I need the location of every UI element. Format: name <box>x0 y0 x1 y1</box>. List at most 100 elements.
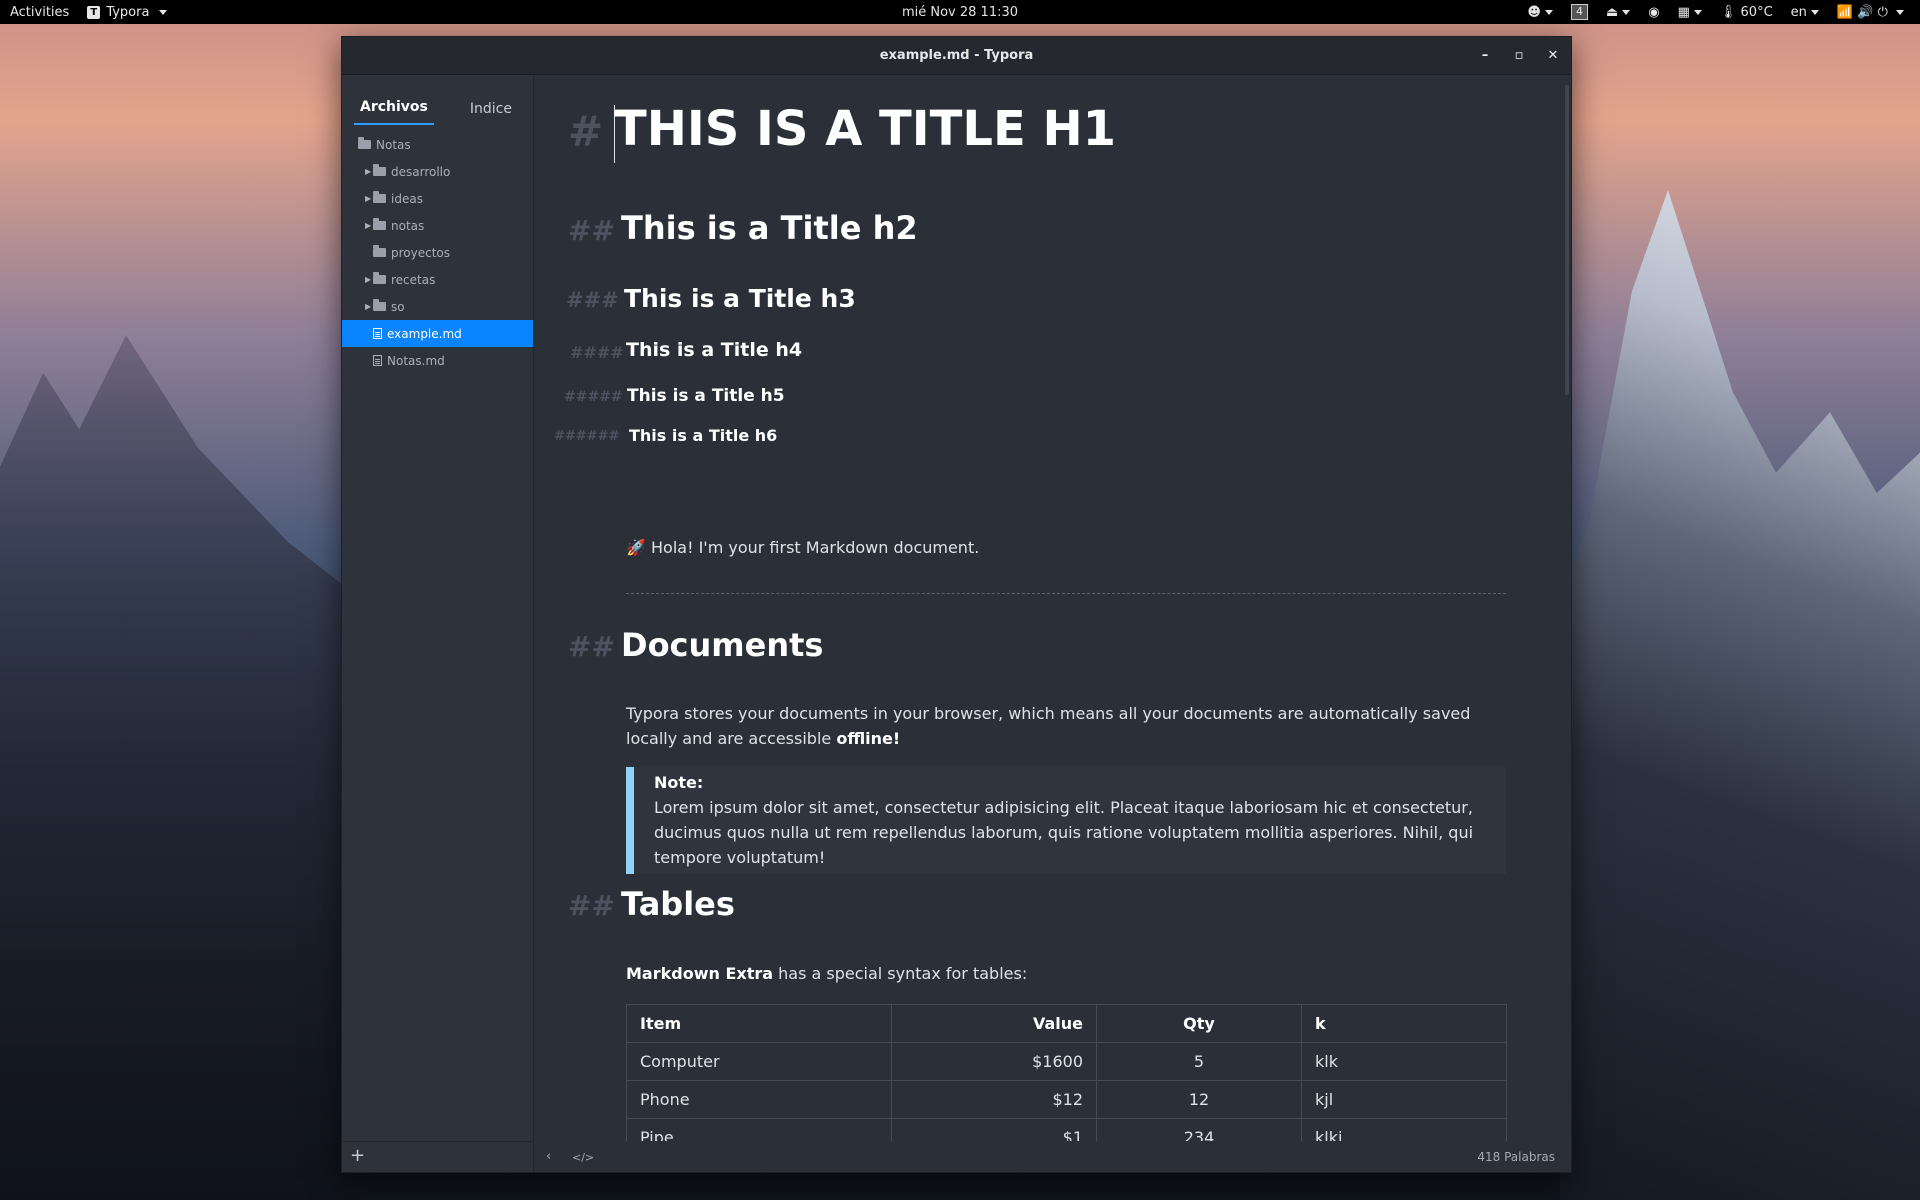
minimize-button[interactable]: – <box>1475 45 1495 65</box>
window-titlebar[interactable]: example.md - Typora – ▫ ✕ <box>342 37 1571 75</box>
heading-h1[interactable]: THIS IS A TITLE H1 <box>614 101 1116 157</box>
tree-file-notas-md[interactable]: Notas.md <box>342 347 533 374</box>
table-header-cell[interactable]: Item <box>626 1004 892 1043</box>
wifi-icon: 📶 <box>1836 4 1854 20</box>
gamepad-icon[interactable]: ◉ <box>1648 5 1659 20</box>
caret-right-icon: ▶ <box>365 167 372 176</box>
docker-icon[interactable]: ▦ <box>1678 5 1702 20</box>
typora-app-icon: T <box>87 5 101 19</box>
tree-item-label: ideas <box>391 191 423 206</box>
note-blockquote[interactable]: Note: Lorem ipsum dolor sit amet, consec… <box>626 767 1506 874</box>
close-button[interactable]: ✕ <box>1543 45 1563 65</box>
table-header-cell[interactable]: k <box>1301 1004 1507 1043</box>
tree-folder-so[interactable]: ▶ so <box>342 293 533 320</box>
tree-item-label: notas <box>391 218 425 233</box>
chevron-down-icon <box>1544 9 1553 15</box>
heading-documents[interactable]: Documents <box>621 626 823 664</box>
eject-icon[interactable]: ⏏ <box>1606 5 1631 20</box>
heading-marker: ## <box>568 630 615 663</box>
system-menu-button[interactable]: 📶 🔊 ⏻ <box>1837 5 1904 20</box>
typora-window: example.md - Typora – ▫ ✕ Archivos Indic… <box>341 36 1572 1173</box>
table-cell[interactable]: Computer <box>626 1042 892 1081</box>
table-cell[interactable]: 234 <box>1096 1118 1302 1141</box>
folder-icon <box>358 137 371 149</box>
caret-right-icon: ▶ <box>365 302 372 311</box>
heading-marker: ###### <box>554 429 620 444</box>
table-cell[interactable]: Pipe <box>626 1118 892 1141</box>
tree-folder-notas[interactable]: ▶ notas <box>342 212 533 239</box>
tree-file-example-md[interactable]: example.md <box>342 320 533 347</box>
folder-icon <box>373 218 386 230</box>
editor-scrollbar[interactable] <box>1565 85 1569 395</box>
folder-icon <box>373 299 386 311</box>
chevron-down-icon <box>1896 9 1904 15</box>
intro-paragraph[interactable]: 🚀 Hola! I'm your first Markdown document… <box>626 535 1506 560</box>
chevron-down-icon <box>159 9 168 15</box>
table-row: Phone $12 12 kjl <box>626 1080 1507 1119</box>
file-icon <box>373 355 382 366</box>
table-cell[interactable]: Phone <box>626 1080 892 1119</box>
table-cell[interactable]: klkj <box>1301 1118 1507 1141</box>
table-header-cell[interactable]: Qty <box>1096 1004 1302 1043</box>
tables-paragraph[interactable]: Markdown Extra has a special syntax for … <box>626 961 1506 986</box>
table-cell[interactable]: $1 <box>891 1118 1097 1141</box>
heading-marker: # <box>568 107 604 156</box>
tree-item-label: example.md <box>387 326 462 341</box>
tree-folder-root[interactable]: Notas <box>342 131 533 158</box>
status-menu-button[interactable]: ☻ <box>1527 5 1553 20</box>
temperature-indicator[interactable]: 🌡 60°C <box>1720 5 1773 20</box>
heading-h4[interactable]: This is a Title h4 <box>626 339 802 361</box>
tab-indice[interactable]: Indice <box>464 101 518 125</box>
wallpaper-right-mountain <box>1560 190 1920 1200</box>
folder-icon <box>373 164 386 176</box>
tree-item-label: so <box>391 299 405 314</box>
table-row: Pipe $1 234 klkj <box>626 1118 1507 1141</box>
table-cell[interactable]: 12 <box>1096 1080 1302 1119</box>
heading-marker: #### <box>570 343 624 362</box>
tree-folder-desarrollo[interactable]: ▶ desarrollo <box>342 158 533 185</box>
heading-marker: ### <box>566 288 619 312</box>
file-tree: Notas ▶ desarrollo ▶ ideas ▶ notas proye… <box>342 131 533 374</box>
file-sidebar: Archivos Indice Notas ▶ desarrollo ▶ ide… <box>342 75 534 1172</box>
tree-item-label: Notas.md <box>387 353 445 368</box>
markdown-table[interactable]: Item Value Qty k Computer $1600 5 klk Ph… <box>626 1004 1507 1141</box>
tree-folder-ideas[interactable]: ▶ ideas <box>342 185 533 212</box>
heading-h2[interactable]: This is a Title h2 <box>621 209 918 247</box>
table-cell[interactable]: $12 <box>891 1080 1097 1119</box>
keyboard-layout-button[interactable]: en <box>1791 5 1819 20</box>
tree-folder-recetas[interactable]: ▶ recetas <box>342 266 533 293</box>
file-icon <box>373 328 382 339</box>
heading-tables[interactable]: Tables <box>621 885 735 923</box>
power-icon: ⏻ <box>1877 4 1888 20</box>
tab-archivos[interactable]: Archivos <box>354 99 434 125</box>
documents-paragraph[interactable]: Typora stores your documents in your bro… <box>626 701 1506 751</box>
toggle-sidebar-button[interactable]: ‹ <box>546 1149 551 1164</box>
add-file-button[interactable]: + <box>350 1145 365 1166</box>
heading-h3[interactable]: This is a Title h3 <box>624 284 856 313</box>
keyboard-layout-label: en <box>1790 4 1807 20</box>
app-menu-button[interactable]: T Typora <box>87 5 168 20</box>
heading-h6[interactable]: This is a Title h6 <box>629 426 777 445</box>
maximize-button[interactable]: ▫ <box>1509 45 1529 65</box>
table-header-cell[interactable]: Value <box>891 1004 1097 1043</box>
tree-item-label: Notas <box>376 137 411 152</box>
source-mode-button[interactable]: </> <box>572 1151 594 1164</box>
tables-text: has a special syntax for tables: <box>773 964 1028 983</box>
table-cell[interactable]: $1600 <box>891 1042 1097 1081</box>
tables-bold: Markdown Extra <box>626 964 774 983</box>
word-count[interactable]: 418 Palabras <box>1477 1150 1555 1164</box>
table-cell[interactable]: klk <box>1301 1042 1507 1081</box>
table-header-row: Item Value Qty k <box>626 1004 1507 1043</box>
documents-bold: offline! <box>836 729 901 748</box>
heading-h5[interactable]: This is a Title h5 <box>627 386 785 406</box>
table-cell[interactable]: 5 <box>1096 1042 1302 1081</box>
activities-button[interactable]: Activities <box>10 5 69 20</box>
tree-folder-proyectos[interactable]: proyectos <box>342 239 533 266</box>
folder-icon <box>373 245 386 257</box>
volume-icon: 🔊 <box>1857 4 1874 20</box>
workspace-indicator[interactable]: 4 <box>1570 4 1588 20</box>
clock[interactable]: mié Nov 28 11:30 <box>902 5 1018 20</box>
markdown-editor[interactable]: # THIS IS A TITLE H1 ## This is a Title … <box>534 75 1571 1141</box>
caret-right-icon: ▶ <box>365 275 372 284</box>
table-cell[interactable]: kjl <box>1301 1080 1507 1119</box>
